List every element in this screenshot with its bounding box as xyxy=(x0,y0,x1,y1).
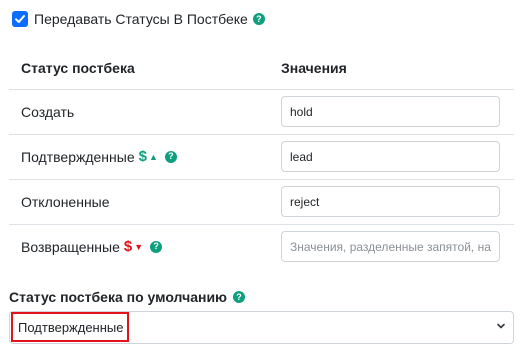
caret-down-icon: ▼ xyxy=(134,241,144,252)
table-row: Отклоненные xyxy=(9,179,514,225)
status-name-rejected: Отклоненные xyxy=(21,193,110,210)
postback-statuses-label: Передавать Статусы В Постбеке xyxy=(34,11,248,27)
table-row: Подтвержденные $ ▲ ? xyxy=(9,134,514,180)
default-status-selected-value: Подтвержденные xyxy=(18,320,124,335)
default-status-select[interactable]: Подтвержденные xyxy=(9,311,514,344)
status-name-confirmed: Подтвержденные xyxy=(21,148,135,165)
default-status-label-group: Статус постбека по умолчанию ? xyxy=(9,289,246,305)
table-row: Создать xyxy=(9,89,514,135)
chevron-down-icon xyxy=(497,323,505,329)
value-input-confirmed[interactable] xyxy=(281,141,500,172)
question-circle-icon[interactable]: ? xyxy=(164,150,177,163)
postback-statuses-toggle[interactable]: Передавать Статусы В Постбеке ? xyxy=(12,11,265,27)
value-input-rejected[interactable] xyxy=(281,186,500,217)
dollar-icon: $ xyxy=(138,148,147,165)
checkmark-icon xyxy=(15,15,25,23)
default-status-label: Статус постбека по умолчанию xyxy=(9,289,228,305)
postback-statuses-checkbox[interactable] xyxy=(12,11,28,27)
status-cell-confirmed: Подтвержденные $ ▲ ? xyxy=(21,148,177,165)
postback-status-table: Статус постбека Значения Создать Подтвер… xyxy=(9,47,514,269)
table-row: Возвращенные $ ▼ ? xyxy=(9,224,514,269)
value-input-create[interactable] xyxy=(281,96,500,127)
status-name-returned: Возвращенные xyxy=(21,238,120,255)
question-circle-icon[interactable]: ? xyxy=(150,240,163,253)
column-header-status: Статус постбека xyxy=(9,47,271,90)
question-circle-icon[interactable]: ? xyxy=(233,291,246,303)
status-cell-returned: Возвращенные $ ▼ ? xyxy=(21,238,163,256)
status-name-create: Создать xyxy=(21,103,75,120)
column-header-values: Значения xyxy=(271,47,514,90)
dollar-icon: $ xyxy=(123,238,133,256)
value-input-returned[interactable] xyxy=(281,231,500,263)
question-circle-icon[interactable]: ? xyxy=(252,13,265,25)
caret-up-icon: ▲ xyxy=(148,151,158,162)
